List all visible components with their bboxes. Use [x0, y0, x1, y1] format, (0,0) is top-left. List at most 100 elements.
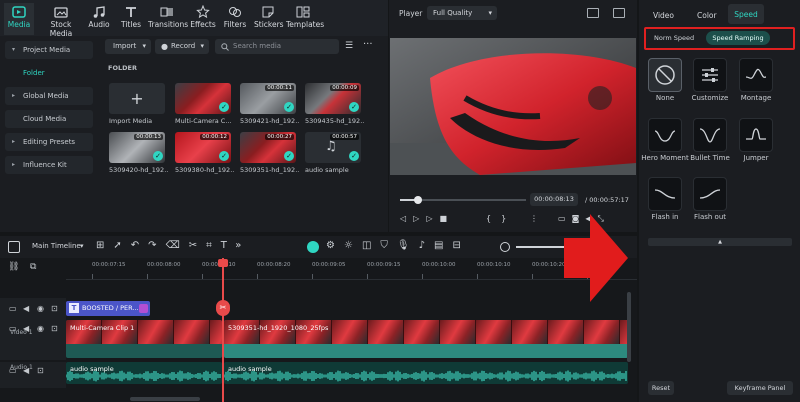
delete-icon[interactable]: ⌫	[166, 240, 189, 251]
timeline-ruler[interactable]: 00:00:07:1500:00:08:0000:00:08:1000:00:0…	[66, 258, 637, 280]
auto-ripple-icon[interactable]: ⚙	[326, 240, 344, 251]
timeline-h-scrollbar[interactable]	[130, 397, 200, 401]
preset-none[interactable]	[648, 58, 682, 92]
marker-icon[interactable]: ◫	[362, 240, 380, 251]
media-item-label: audio sample	[305, 166, 349, 174]
toolbar-filters-tab[interactable]: Filters	[222, 3, 248, 35]
sidebar-item-project-media[interactable]: ▾ Project Media	[5, 41, 93, 59]
mark-in-icon[interactable]: {	[486, 214, 501, 223]
filter-icon[interactable]: ☰	[345, 41, 353, 51]
text-icon[interactable]: T	[221, 240, 236, 251]
more-options-icon[interactable]: ···	[363, 39, 373, 50]
preset-flash-out[interactable]	[693, 177, 727, 211]
link-icon[interactable]: ⛓	[8, 262, 19, 272]
toolbar-audio-tab[interactable]: Audio	[86, 3, 112, 35]
forward-icon[interactable]: »	[235, 240, 250, 251]
undo-icon[interactable]: ↶	[131, 240, 148, 251]
toolbar-transitions-tab[interactable]: Transitions	[148, 3, 188, 35]
import-media-tile[interactable]: +	[109, 83, 165, 114]
crop-icon[interactable]: ⌗	[206, 240, 221, 251]
preset-bullet-time[interactable]	[693, 118, 727, 152]
select-icon[interactable]: ➚	[113, 240, 130, 251]
eye-icon[interactable]: ◉	[37, 324, 44, 333]
lock-icon[interactable]: ⊡	[37, 366, 44, 375]
render-icon[interactable]	[307, 241, 319, 253]
current-time[interactable]: 00:00:08:13	[530, 193, 578, 206]
keyframe-panel-button[interactable]: Keyframe Panel	[727, 381, 793, 395]
playhead[interactable]	[222, 258, 224, 402]
sun-icon[interactable]: ☼	[344, 240, 362, 251]
step-back-icon[interactable]: ◁	[400, 214, 413, 223]
toolbar-stickers-tab[interactable]: Stickers	[254, 3, 284, 35]
audio-clip-1[interactable]: audio sample	[66, 362, 222, 384]
subtab-normal-speed[interactable]: Norm Speed	[654, 32, 694, 44]
stop-icon[interactable]: ■	[439, 214, 454, 223]
media-item-thumbnail[interactable]: 00:00:13 ✓	[109, 132, 165, 163]
toolbar-media-tab[interactable]: Media	[4, 3, 34, 35]
title-clip[interactable]: T BOOSTED / PER...	[66, 301, 150, 316]
record-button[interactable]: ● Record ▾	[155, 39, 209, 54]
tab-speed[interactable]: Speed	[728, 4, 764, 24]
mark-buttons: {}	[486, 214, 516, 223]
layers-icon[interactable]: ▤	[434, 240, 452, 251]
sidebar-item-global-media[interactable]: ▸ Global Media	[5, 87, 93, 105]
redo-icon[interactable]: ↷	[148, 240, 165, 251]
preset-flash-in[interactable]	[648, 177, 682, 211]
preset-jumper[interactable]	[739, 118, 773, 152]
player-progress-track[interactable]	[400, 196, 526, 204]
preset-hero-moment[interactable]	[648, 118, 682, 152]
speaker-icon[interactable]: ◀	[23, 304, 29, 313]
toolbar-titles-tab[interactable]: Titles	[118, 3, 144, 35]
mic-icon[interactable]: 🎙	[397, 240, 419, 251]
toolbar-stock-media-tab[interactable]: Stock Media	[40, 3, 82, 38]
preset-customize[interactable]	[693, 58, 727, 92]
split-icon[interactable]: ✂	[189, 240, 206, 251]
media-item-thumbnail[interactable]: 00:00:09 ✓	[305, 83, 361, 114]
tab-color[interactable]: Color	[697, 11, 717, 20]
folder-icon[interactable]: ▭	[9, 304, 17, 313]
preset-montage[interactable]	[739, 58, 773, 92]
audio-clip-2[interactable]: audio sample	[224, 362, 628, 384]
sidebar-item-cloud-media[interactable]: Cloud Media	[5, 110, 93, 128]
sidebar-item-editing-presets[interactable]: ▸ Editing Presets	[5, 133, 93, 151]
import-button[interactable]: Import ▾	[105, 39, 151, 54]
lock-icon[interactable]: ⊡	[51, 324, 58, 333]
music-icon[interactable]: ♪	[419, 240, 434, 251]
scissors-icon[interactable]: ✂	[216, 300, 230, 316]
reset-button[interactable]: Reset	[648, 381, 674, 395]
adjust-icon[interactable]: ⊟	[452, 240, 469, 251]
shield-icon[interactable]: ⛉	[380, 240, 397, 251]
video-frame-thumb	[174, 320, 210, 344]
track-settings-icon[interactable]: ⧉	[30, 262, 36, 272]
collapse-handle[interactable]: ▲	[648, 238, 792, 246]
step-forward-icon[interactable]: ▷	[426, 214, 439, 223]
lock-icon[interactable]: ⊡	[51, 304, 58, 313]
quality-select[interactable]: Full Quality ▾	[427, 6, 497, 20]
toolbar-templates-tab[interactable]: Templates	[286, 3, 324, 35]
media-item-thumbnail[interactable]: 00:00:27 ✓	[240, 132, 296, 163]
add-track-icon[interactable]: ⊞	[96, 240, 113, 251]
toolbar-effects-tab[interactable]: Effects	[190, 3, 216, 35]
more-icon[interactable]: ⋮	[530, 214, 544, 223]
display-icon[interactable]	[613, 8, 625, 18]
media-item-thumbnail[interactable]: ✓	[175, 83, 231, 114]
timeline-grid-icon[interactable]	[8, 241, 20, 253]
chevron-down-icon[interactable]: ▾	[80, 242, 84, 250]
video-clip-2[interactable]: 5309351-hd_1920_1080_25fps	[224, 320, 628, 358]
media-item-thumbnail[interactable]: ♫ 00:00:57 ✓	[305, 132, 361, 163]
media-item-thumbnail[interactable]: 00:00:11 ✓	[240, 83, 296, 114]
play-icon[interactable]: ▷	[413, 214, 426, 223]
media-item-thumbnail[interactable]: 00:00:12 ✓	[175, 132, 231, 163]
subtab-speed-ramping[interactable]: Speed Ramping	[706, 31, 770, 45]
sidebar-item-folder[interactable]: Folder	[5, 64, 93, 82]
zoom-out-icon[interactable]	[500, 242, 510, 252]
timeline-name[interactable]: Main Timeline	[32, 242, 81, 250]
video-clip-1[interactable]: Multi-Camera Clip 1	[66, 320, 222, 358]
sidebar-item-influence-kit[interactable]: ▸ Influence Kit	[5, 156, 93, 174]
tab-video[interactable]: Video	[653, 11, 674, 20]
search-input[interactable]: Search media	[215, 39, 339, 54]
playhead-handle[interactable]	[218, 259, 228, 267]
eye-icon[interactable]: ◉	[37, 304, 44, 313]
snapshot-icon[interactable]	[587, 8, 599, 18]
mark-out-icon[interactable]: }	[501, 214, 516, 223]
